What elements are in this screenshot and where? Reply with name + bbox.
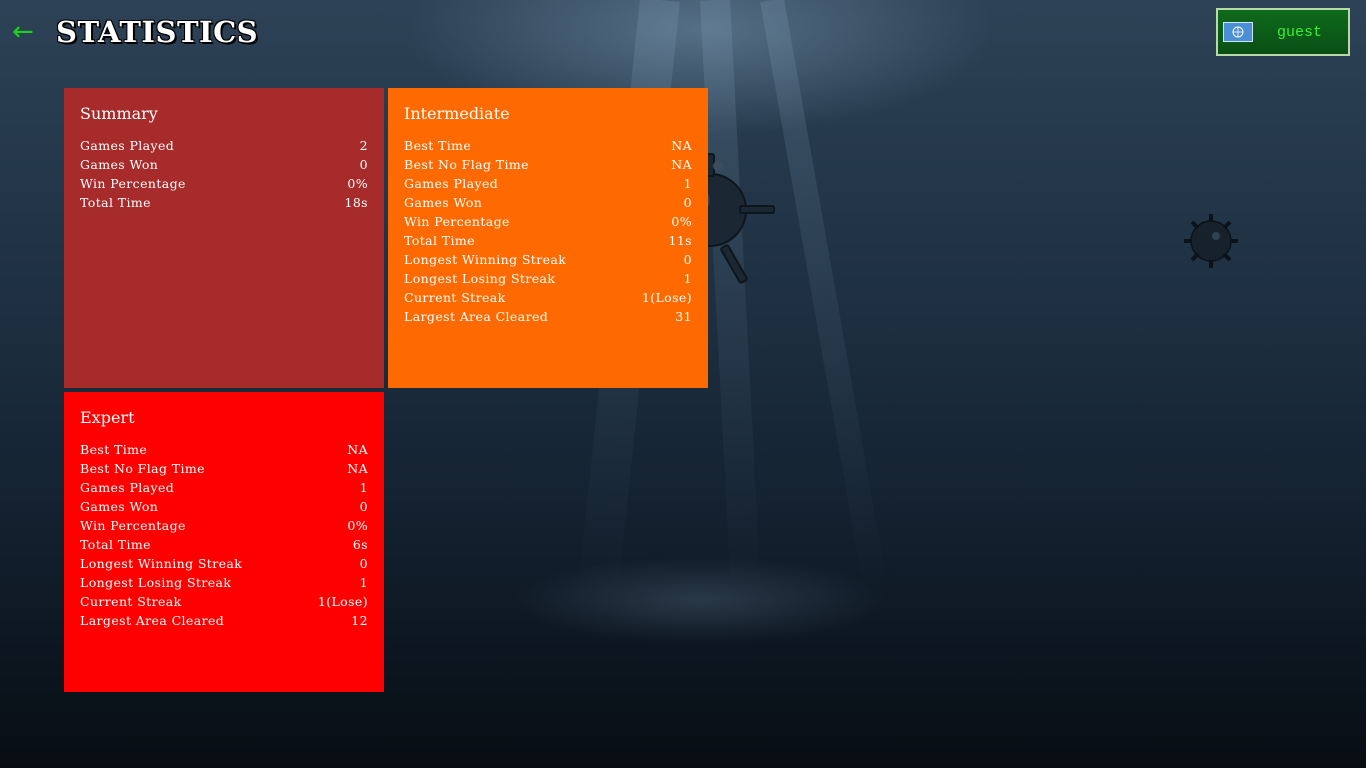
stat-row: Best No Flag Time NA — [80, 459, 368, 478]
stat-list: Best Time NA Best No Flag Time NA Games Play… — [80, 440, 368, 630]
stat-label: Total Time — [80, 537, 151, 552]
stat-row: Largest Area Cleared 12 — [80, 611, 368, 630]
stat-label: Longest Losing Streak — [404, 271, 556, 286]
stat-row: Games Played 1 — [80, 478, 368, 497]
stat-label: Games Played — [404, 176, 499, 191]
stat-label: Win Percentage — [404, 214, 510, 229]
stat-row: Games Won 0 — [80, 155, 368, 174]
stat-row: Longest Losing Streak 1 — [404, 269, 692, 288]
stat-row: Win Percentage 0% — [80, 174, 368, 193]
stat-value: 1 — [359, 575, 368, 590]
stat-row: Best No Flag Time NA — [404, 155, 692, 174]
stat-label: Games Won — [404, 195, 483, 210]
stat-label: Total Time — [404, 233, 475, 248]
stat-value: 0% — [347, 176, 368, 191]
stat-value: 1 — [683, 271, 692, 286]
stat-label: Games Played — [80, 480, 175, 495]
stat-row: Games Won 0 — [404, 193, 692, 212]
stat-label: Games Won — [80, 157, 159, 172]
stat-value: 0 — [359, 499, 368, 514]
stat-row: Longest Winning Streak 0 — [80, 554, 368, 573]
expert-panel: Expert Best Time NA Best No Flag Time NA Gam… — [64, 392, 384, 692]
stat-label: Largest Area Cleared — [404, 309, 549, 324]
panel-title: Expert — [80, 408, 135, 427]
intermediate-panel: Intermediate Best Time NA Best No Flag Tim… — [388, 88, 708, 388]
stat-label: Longest Winning Streak — [80, 556, 243, 571]
stat-label: Current Streak — [80, 594, 182, 609]
stat-row: Total Time 18s — [80, 193, 368, 212]
user-name: guest — [1277, 23, 1323, 41]
stat-list: Best Time NA Best No Flag Time NA Games Play… — [404, 136, 692, 326]
stat-value: 1(Lose) — [641, 290, 692, 305]
stat-value: 11s — [668, 233, 692, 248]
back-button[interactable]: ← — [12, 14, 40, 50]
stat-row: Games Played 2 — [80, 136, 368, 155]
stat-row: Longest Losing Streak 1 — [80, 573, 368, 592]
stat-row: Total Time 11s — [404, 231, 692, 250]
stat-label: Best Time — [80, 442, 148, 457]
stat-value: NA — [347, 461, 368, 476]
stat-label: Games Won — [80, 499, 159, 514]
stat-value: NA — [347, 442, 368, 457]
stat-value: 0 — [359, 157, 368, 172]
left-arrow-icon: ← — [12, 17, 34, 47]
stat-row: Best Time NA — [80, 440, 368, 459]
stat-label: Total Time — [80, 195, 151, 210]
stat-row: Current Streak 1(Lose) — [80, 592, 368, 611]
stat-label: Largest Area Cleared — [80, 613, 225, 628]
stat-value: 0% — [671, 214, 692, 229]
stat-row: Best Time NA — [404, 136, 692, 155]
stat-row: Longest Winning Streak 0 — [404, 250, 692, 269]
sea-mine-icon — [1184, 214, 1238, 268]
stat-label: Longest Winning Streak — [404, 252, 567, 267]
stat-row: Largest Area Cleared 31 — [404, 307, 692, 326]
panel-title: Summary — [80, 104, 158, 123]
stat-value: 1 — [683, 176, 692, 191]
stat-row: Win Percentage 0% — [80, 516, 368, 535]
stat-label: Best Time — [404, 138, 472, 153]
un-flag-icon — [1223, 22, 1253, 42]
stat-label: Longest Losing Streak — [80, 575, 232, 590]
stat-row: Win Percentage 0% — [404, 212, 692, 231]
stat-label: Best No Flag Time — [80, 461, 205, 476]
stat-label: Best No Flag Time — [404, 157, 529, 172]
stat-value: 1(Lose) — [317, 594, 368, 609]
stat-value: 18s — [344, 195, 368, 210]
stat-label: Win Percentage — [80, 518, 186, 533]
stat-row: Total Time 6s — [80, 535, 368, 554]
stat-row: Games Won 0 — [80, 497, 368, 516]
stat-value: NA — [671, 138, 692, 153]
stat-value: 0 — [359, 556, 368, 571]
stat-row: Games Played 1 — [404, 174, 692, 193]
stat-label: Win Percentage — [80, 176, 186, 191]
user-profile-button[interactable]: guest — [1216, 8, 1350, 56]
stat-value: NA — [671, 157, 692, 172]
stat-value: 31 — [675, 309, 692, 324]
stat-label: Current Streak — [404, 290, 506, 305]
stat-value: 0% — [347, 518, 368, 533]
stat-value: 6s — [352, 537, 368, 552]
stat-label: Games Played — [80, 138, 175, 153]
stat-list: Games Played 2 Games Won 0 Win Percentage 0% T… — [80, 136, 368, 212]
stat-value: 0 — [683, 252, 692, 267]
stat-value: 2 — [359, 138, 368, 153]
summary-panel: Summary Games Played 2 Games Won 0 Win Perce… — [64, 88, 384, 388]
panel-title: Intermediate — [404, 104, 510, 123]
stat-value: 12 — [351, 613, 368, 628]
stat-value: 0 — [683, 195, 692, 210]
stat-value: 1 — [359, 480, 368, 495]
page-title: STATISTICS — [56, 15, 259, 49]
stat-row: Current Streak 1(Lose) — [404, 288, 692, 307]
